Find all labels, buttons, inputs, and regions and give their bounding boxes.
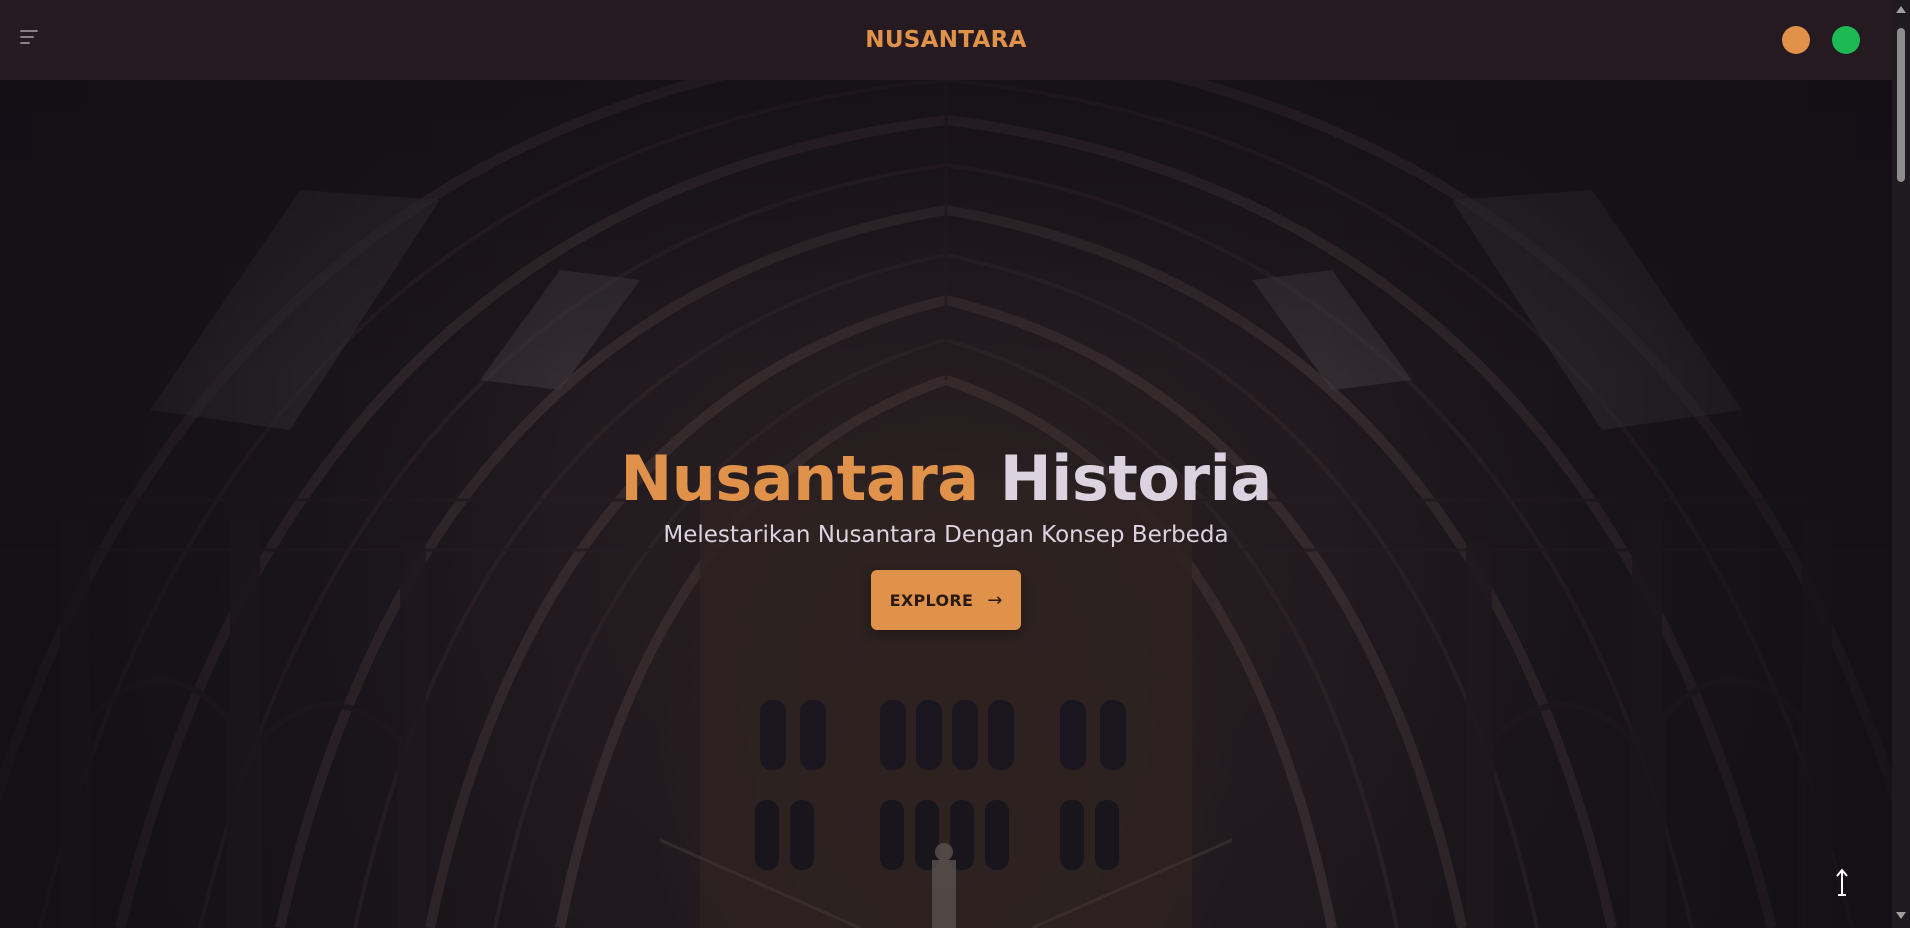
top-navbar: NUSANTARA xyxy=(0,0,1892,80)
hero-content: Nusantara Historia Melestarikan Nusantar… xyxy=(0,442,1892,631)
scroll-to-top-button[interactable] xyxy=(1832,866,1852,900)
hero-title-accent: Nusantara xyxy=(620,442,979,515)
hero-section: Nusantara Historia Melestarikan Nusantar… xyxy=(0,80,1892,928)
theme-toggle-orange[interactable] xyxy=(1782,26,1810,54)
theme-toggle-green[interactable] xyxy=(1832,26,1860,54)
hero-title: Nusantara Historia xyxy=(620,442,1272,516)
explore-button[interactable]: EXPLORE → xyxy=(871,570,1021,631)
brand-logo[interactable]: NUSANTARA xyxy=(865,27,1026,53)
scrollbar-thumb[interactable] xyxy=(1897,28,1905,182)
hero-subtitle: Melestarikan Nusantara Dengan Konsep Ber… xyxy=(663,522,1229,549)
scroll-down-arrow-icon[interactable] xyxy=(1896,912,1906,919)
hero-title-main: Historia xyxy=(999,442,1272,515)
menu-icon[interactable] xyxy=(20,30,42,48)
arrow-right-icon: → xyxy=(987,589,1003,611)
page-scrollbar[interactable] xyxy=(1892,0,1910,928)
arrow-up-icon xyxy=(1836,868,1848,896)
explore-button-label: EXPLORE xyxy=(889,590,974,610)
scroll-up-arrow-icon[interactable] xyxy=(1896,6,1906,13)
